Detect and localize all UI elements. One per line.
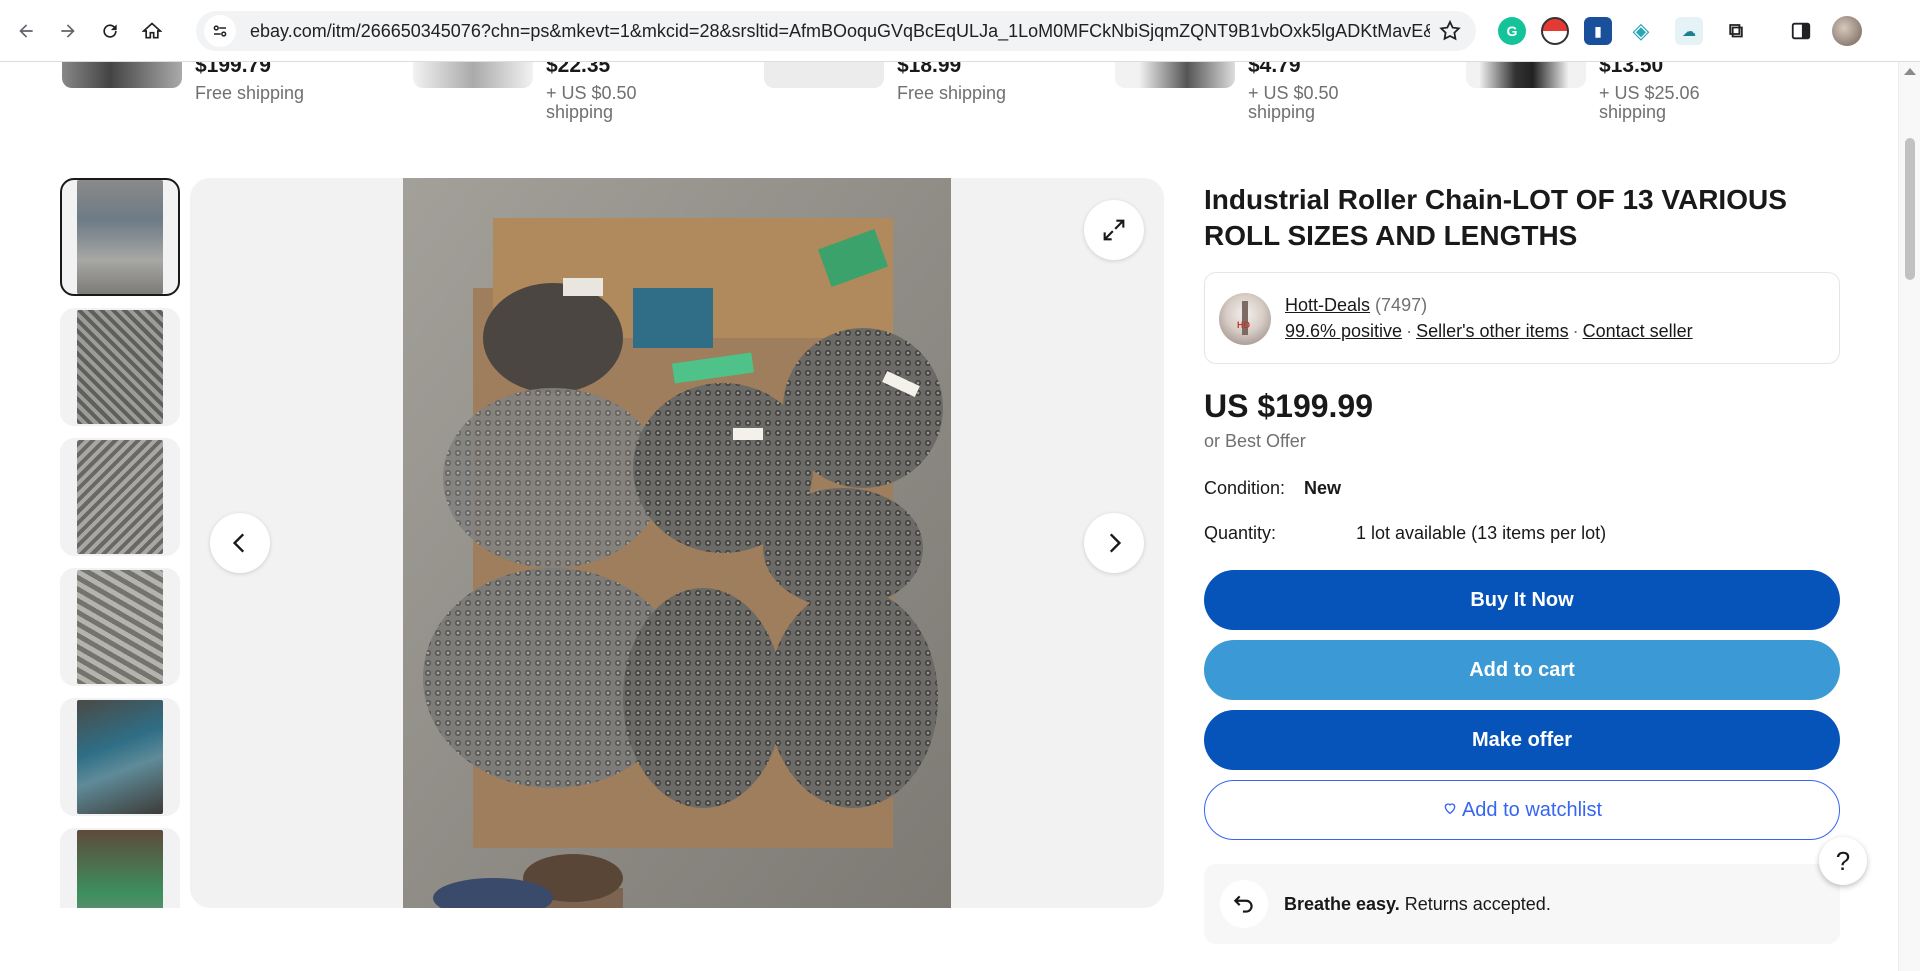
seller-card: HD Hott-Deals (7497) 99.6% positive · Sell…: [1204, 272, 1840, 364]
expand-icon[interactable]: [1084, 200, 1144, 260]
make-offer-button[interactable]: Make offer: [1204, 710, 1840, 770]
condition-label: Condition:: [1204, 478, 1286, 498]
similar-item-image[interactable]: [62, 62, 182, 88]
similar-item-shipping: + US $0.50 shipping: [1248, 83, 1339, 122]
thumbnail-2[interactable]: [60, 308, 180, 426]
similar-item-shipping: Free shipping: [195, 83, 305, 103]
scrollbar-thumb[interactable]: [1905, 138, 1915, 280]
buy-it-now-button[interactable]: Buy It Now: [1204, 570, 1840, 630]
seller-positive-link[interactable]: 99.6% positive: [1285, 321, 1402, 341]
contact-seller-link[interactable]: Contact seller: [1583, 321, 1693, 341]
returns-bold-text: Breathe easy.: [1284, 893, 1400, 914]
profile-avatar[interactable]: [1832, 16, 1862, 46]
home-icon[interactable]: [134, 13, 170, 49]
similar-items-strip: $199.79 Free shipping $22.35 + US $0.50 …: [62, 62, 1822, 138]
similar-item-price[interactable]: $4.79: [1248, 62, 1301, 78]
condition-row: Condition: New: [1204, 478, 1840, 499]
grammarly-extension-icon[interactable]: G: [1498, 17, 1526, 45]
heart-icon: [1442, 799, 1458, 822]
listing-page: $199.79 Free shipping $22.35 + US $0.50 …: [0, 62, 1898, 971]
condition-value: New: [1304, 478, 1342, 498]
similar-item-price[interactable]: $199.79: [195, 62, 271, 78]
seller-name-row: Hott-Deals (7497): [1285, 295, 1427, 316]
thumbnail-image: [77, 310, 163, 424]
add-to-cart-button[interactable]: Add to cart: [1204, 640, 1840, 700]
side-panel-icon[interactable]: [1787, 17, 1815, 45]
reload-icon[interactable]: [92, 13, 128, 49]
thumbnail-image: [77, 570, 163, 684]
similar-item-image[interactable]: [413, 62, 533, 88]
quantity-row: Quantity: 1 lot available (13 items per …: [1204, 523, 1840, 544]
item-title: Industrial Roller Chain-LOT OF 13 VARIOU…: [1204, 184, 1787, 251]
add-to-watchlist-label: Add to watchlist: [1461, 798, 1603, 821]
thumbnail-1[interactable]: [60, 178, 180, 296]
returns-policy-text: Returns accepted.: [1399, 893, 1551, 914]
best-offer-text: or Best Offer: [1204, 431, 1306, 451]
extensions-puzzle-icon[interactable]: ⧉: [1722, 17, 1750, 45]
quantity-label: Quantity:: [1204, 523, 1277, 543]
similar-item-image[interactable]: [1466, 62, 1586, 88]
seller-avatar[interactable]: HD: [1219, 293, 1271, 345]
thumbnail-4[interactable]: [60, 568, 180, 686]
thumbnail-image: [77, 700, 163, 814]
scroll-up-arrow-icon[interactable]: [1904, 68, 1916, 75]
similar-item-image[interactable]: [1115, 62, 1235, 88]
similar-item-shipping: + US $0.50 shipping: [546, 83, 637, 122]
main-image-viewer[interactable]: [190, 178, 1164, 908]
return-arrow-icon: [1220, 880, 1268, 928]
bookmark-star-icon[interactable]: [1438, 19, 1462, 43]
pokeball-extension-icon[interactable]: [1541, 17, 1569, 45]
thumbnail-image: [77, 180, 163, 294]
seller-links: 99.6% positive · Seller's other items · Cont…: [1285, 321, 1693, 341]
seller-logo-text: HD: [1237, 320, 1250, 330]
add-to-watchlist-button[interactable]: Add to watchlist: [1204, 780, 1840, 840]
similar-item-price[interactable]: $18.99: [897, 62, 961, 78]
next-image-icon[interactable]: [1084, 513, 1144, 573]
item-price: US $199.99: [1204, 388, 1374, 424]
help-button[interactable]: ?: [1819, 837, 1867, 885]
returns-text: Breathe easy. Returns accepted.: [1284, 894, 1551, 915]
quantity-value: 1 lot available (13 items per lot): [1356, 523, 1607, 543]
similar-item-price[interactable]: $13.50: [1599, 62, 1663, 78]
similar-item-image[interactable]: [764, 62, 884, 88]
returns-banner: Breathe easy. Returns accepted.: [1204, 864, 1840, 944]
forward-icon[interactable]: [50, 13, 86, 49]
diamond-extension-icon[interactable]: ◈: [1627, 17, 1655, 45]
browser-toolbar: ebay.com/itm/266650345076?chn=ps&mkevt=1…: [0, 0, 1920, 62]
site-settings-icon[interactable]: [204, 15, 236, 47]
url-text[interactable]: ebay.com/itm/266650345076?chn=ps&mkevt=1…: [250, 21, 1430, 42]
similar-item-price[interactable]: $22.35: [546, 62, 610, 78]
thumbnail-5[interactable]: [60, 698, 180, 816]
image-thumbnails: [60, 178, 180, 908]
thumbnail-image: [77, 440, 163, 554]
thumbnail-3[interactable]: [60, 438, 180, 556]
address-bar[interactable]: ebay.com/itm/266650345076?chn=ps&mkevt=1…: [196, 11, 1476, 51]
product-photo[interactable]: [403, 178, 951, 908]
similar-item-shipping: + US $25.06 shipping: [1599, 83, 1700, 122]
thumbnail-image: [77, 830, 163, 908]
listing-details: Industrial Roller Chain-LOT OF 13 VARIOU…: [1204, 178, 1840, 944]
page-scrollbar[interactable]: [1898, 62, 1920, 971]
cloud-extension-icon[interactable]: ☁: [1675, 17, 1703, 45]
thumbnail-6[interactable]: [60, 828, 180, 908]
chart-extension-icon[interactable]: ▮: [1584, 17, 1612, 45]
previous-image-icon[interactable]: [210, 513, 270, 573]
back-icon[interactable]: [8, 13, 44, 49]
seller-other-items-link[interactable]: Seller's other items: [1416, 321, 1569, 341]
similar-item-shipping: Free shipping: [897, 83, 1007, 103]
seller-name-link[interactable]: Hott-Deals: [1285, 295, 1370, 315]
seller-feedback-count[interactable]: (7497): [1375, 295, 1427, 315]
